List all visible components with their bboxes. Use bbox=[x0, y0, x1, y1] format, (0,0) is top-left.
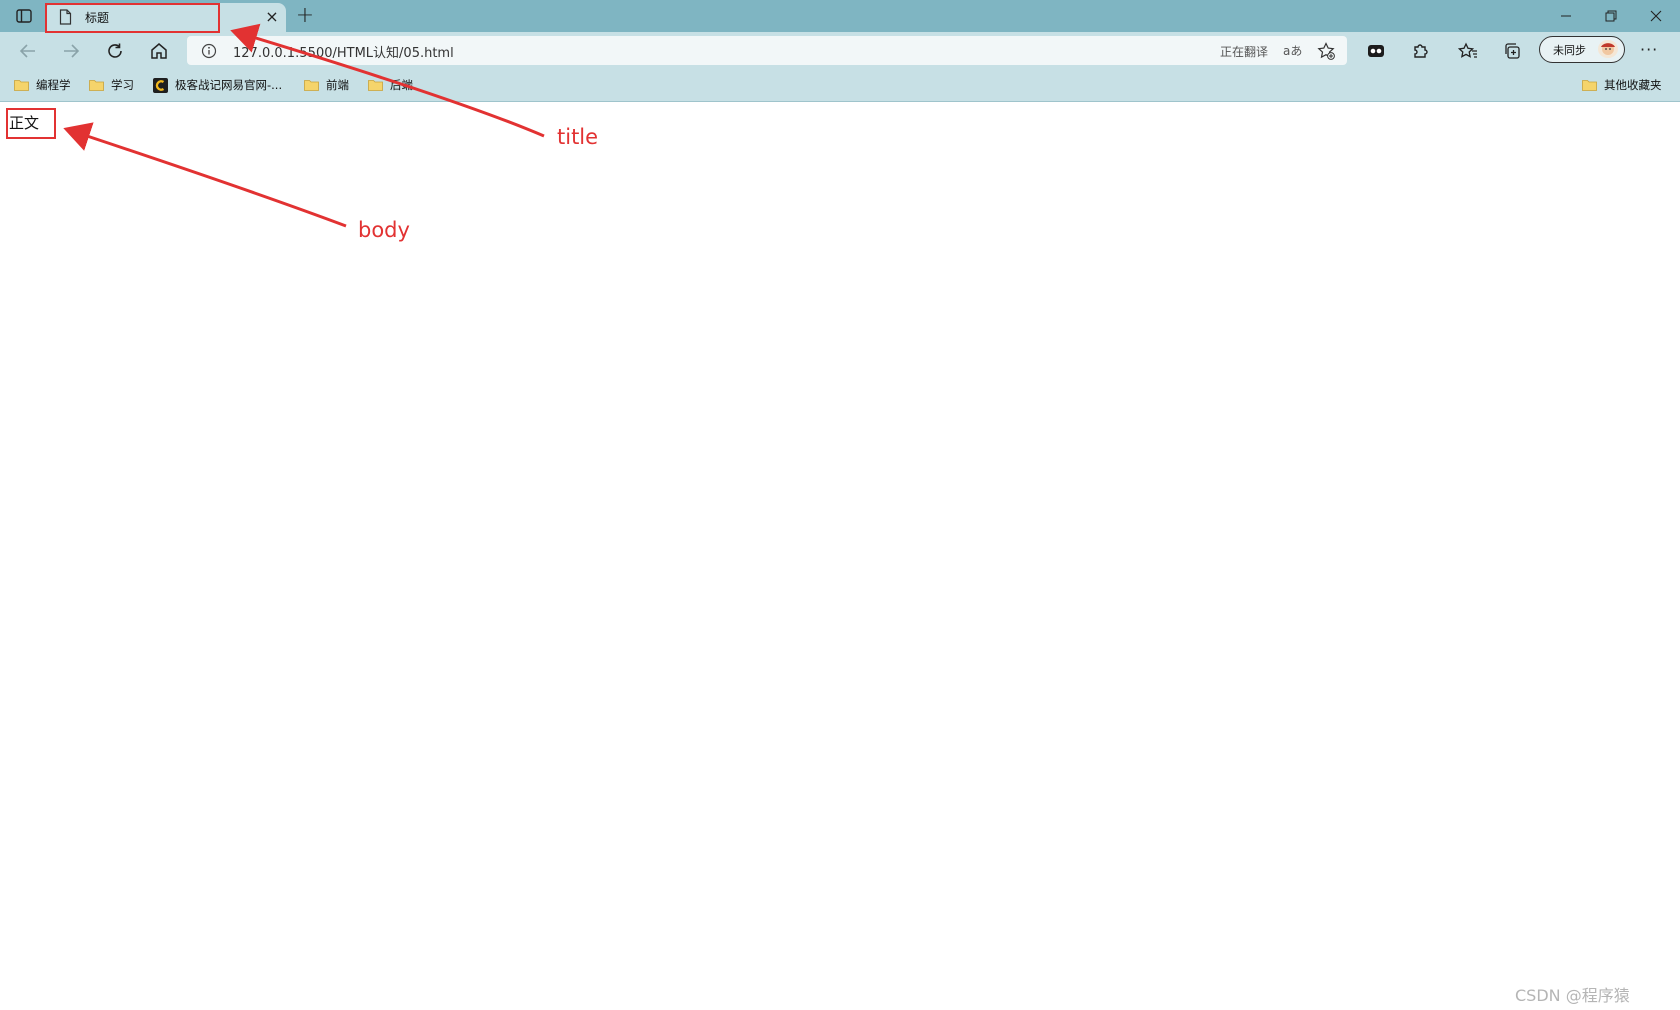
extension-app-icon[interactable] bbox=[1364, 40, 1388, 62]
body-highlight-box bbox=[6, 108, 56, 139]
bookmark-item[interactable]: 前端 bbox=[304, 76, 349, 94]
bookmark-item[interactable]: 后端 bbox=[368, 76, 413, 94]
back-button[interactable] bbox=[14, 38, 42, 64]
close-icon bbox=[1650, 10, 1662, 22]
favorites-icon[interactable] bbox=[1456, 40, 1480, 62]
close-window-button[interactable] bbox=[1636, 4, 1676, 28]
back-arrow-icon bbox=[19, 44, 35, 58]
other-bookmarks-folder[interactable]: 其他收藏夹 bbox=[1582, 76, 1662, 94]
bookmark-label: 极客战记网易官网-... bbox=[175, 78, 283, 92]
title-highlight-box bbox=[45, 3, 220, 33]
bookmarks-bar: 编程学 学习 极客战记网易官网-... 前端 后端 其他收藏夹 bbox=[0, 68, 1680, 102]
profile-sync-button[interactable]: 未同步 bbox=[1539, 36, 1625, 63]
bookmark-label: 后端 bbox=[390, 78, 413, 92]
minimize-button[interactable] bbox=[1546, 4, 1586, 28]
bookmark-item[interactable]: 编程学 bbox=[14, 76, 71, 94]
close-tab-icon[interactable]: × bbox=[263, 8, 281, 26]
site-info-icon[interactable] bbox=[201, 43, 217, 59]
bookmark-item[interactable]: 学习 bbox=[89, 76, 134, 94]
folder-icon bbox=[89, 80, 104, 91]
extensions-puzzle-icon[interactable] bbox=[1408, 40, 1432, 62]
restore-icon bbox=[1605, 10, 1617, 22]
folder-icon bbox=[14, 80, 29, 91]
bookmark-item[interactable]: 极客战记网易官网-... bbox=[153, 76, 282, 94]
other-bookmarks-label: 其他收藏夹 bbox=[1604, 78, 1662, 92]
codecombat-logo-icon bbox=[153, 77, 168, 93]
restore-button[interactable] bbox=[1591, 4, 1631, 28]
minimize-icon bbox=[1561, 15, 1571, 17]
folder-icon bbox=[1582, 80, 1597, 91]
folder-icon bbox=[368, 80, 383, 91]
avatar bbox=[1598, 40, 1618, 58]
page-content: 正文 bbox=[0, 102, 1680, 1010]
bookmark-label: 前端 bbox=[326, 78, 349, 92]
home-button[interactable] bbox=[145, 38, 173, 64]
more-menu-button[interactable]: ··· bbox=[1640, 40, 1658, 59]
add-favorite-icon[interactable] bbox=[1317, 42, 1335, 60]
tab-actions-button[interactable] bbox=[10, 6, 38, 26]
browser-toolbar: 127.0.0.1:5500/HTML认知/05.html 正在翻译 aあ 未同… bbox=[0, 32, 1680, 68]
forward-arrow-icon bbox=[64, 44, 80, 58]
new-tab-button[interactable]: + bbox=[292, 3, 318, 29]
refresh-button[interactable] bbox=[101, 38, 129, 64]
folder-icon bbox=[304, 80, 319, 91]
watermark: CSDN @程序猿 bbox=[1515, 986, 1630, 1005]
tab-actions-icon bbox=[16, 9, 32, 23]
refresh-icon bbox=[108, 43, 122, 58]
body-annotation-label: body bbox=[358, 218, 410, 242]
collections-icon[interactable] bbox=[1500, 40, 1524, 62]
sync-label: 未同步 bbox=[1553, 44, 1586, 57]
bookmark-label: 编程学 bbox=[36, 78, 71, 92]
url-text[interactable]: 127.0.0.1:5500/HTML认知/05.html bbox=[233, 42, 454, 61]
title-annotation-label: title bbox=[557, 125, 599, 149]
translate-icon[interactable]: aあ bbox=[1283, 42, 1302, 59]
browser-titlebar: 标题 × + bbox=[0, 0, 1680, 32]
home-icon bbox=[151, 43, 167, 59]
forward-button[interactable] bbox=[57, 38, 85, 64]
bookmark-label: 学习 bbox=[111, 78, 134, 92]
translate-status: 正在翻译 bbox=[1220, 45, 1269, 59]
address-bar[interactable]: 127.0.0.1:5500/HTML认知/05.html 正在翻译 aあ bbox=[187, 36, 1347, 65]
